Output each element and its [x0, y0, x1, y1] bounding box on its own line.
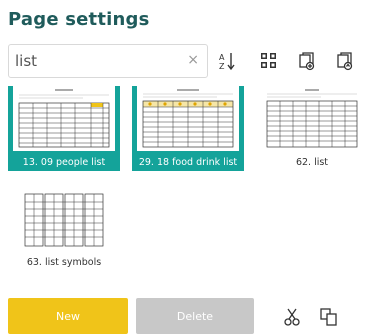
- page-tile-62[interactable]: 62. list: [256, 86, 368, 171]
- page-tile-label: 62. list: [295, 157, 329, 168]
- move-page-icon[interactable]: [334, 50, 356, 72]
- add-page-icon[interactable]: [296, 50, 318, 72]
- page-tile-label: 29. 18 food drink list: [138, 157, 238, 168]
- sort-az-icon[interactable]: A Z: [216, 50, 238, 72]
- page-tile-13[interactable]: 13. 09 people list: [8, 86, 120, 171]
- page-thumbnail: [261, 86, 363, 151]
- page-tile-label: 13. 09 people list: [22, 157, 106, 168]
- svg-text:A: A: [219, 53, 225, 62]
- delete-page-button[interactable]: Delete: [136, 298, 254, 334]
- svg-text:Z: Z: [219, 62, 225, 71]
- page-tile-29[interactable]: 29. 18 food drink list: [132, 86, 244, 171]
- page-thumbnail: [137, 86, 239, 151]
- search-box: ×: [8, 44, 208, 78]
- page-thumbnail: [13, 86, 115, 151]
- page-thumbnail: [13, 186, 115, 251]
- grid-view-icon[interactable]: [258, 50, 280, 72]
- clear-search-icon[interactable]: ×: [187, 52, 199, 68]
- page-thumbnail-grid: 13. 09 people list 29. 18 food drink lis…: [8, 86, 380, 274]
- page-settings-title: Page settings: [8, 9, 150, 30]
- new-page-button[interactable]: New: [8, 298, 128, 334]
- page-tile-label: 63. list symbols: [26, 257, 102, 268]
- search-input[interactable]: [15, 49, 185, 73]
- copy-icon[interactable]: [318, 306, 340, 328]
- page-tile-63[interactable]: 63. list symbols: [8, 186, 120, 271]
- cut-icon[interactable]: [281, 306, 303, 328]
